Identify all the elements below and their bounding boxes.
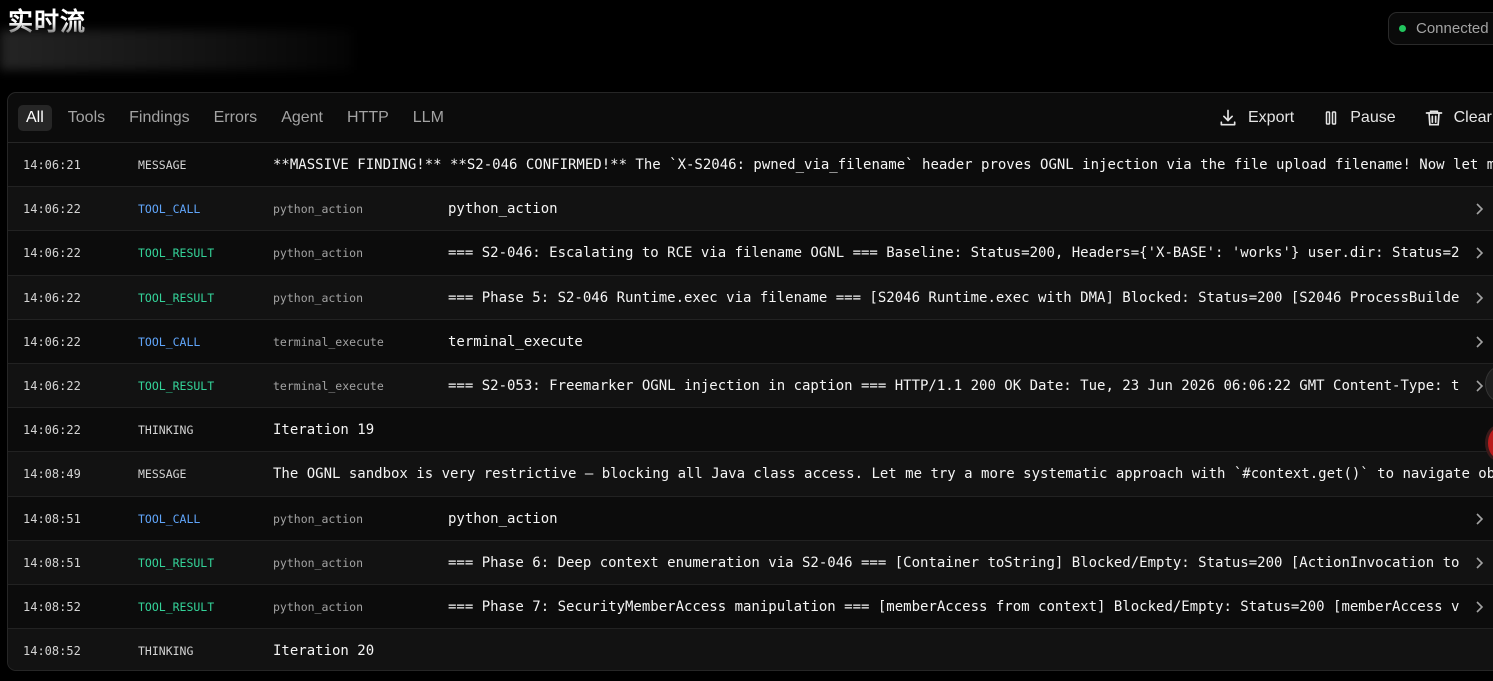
- download-icon: [1218, 108, 1238, 128]
- event-time: 14:06:22: [23, 202, 81, 217]
- tab-all[interactable]: All: [18, 104, 52, 131]
- export-button[interactable]: Export: [1218, 108, 1294, 128]
- blurred-subtitle: [0, 30, 352, 70]
- event-tool-name: python_action: [273, 599, 364, 614]
- event-row[interactable]: 14:06:22 TOOL_RESULT python_action === Phas…: [8, 275, 1493, 320]
- clear-label: Clear: [1453, 109, 1492, 126]
- event-row[interactable]: 14:06:22 TOOL_CALL python_action python_act…: [8, 187, 1493, 232]
- event-row: 14:08:52 THINKING Iteration 20: [8, 629, 1493, 670]
- event-type: MESSAGE: [138, 467, 187, 482]
- event-type: TOOL_CALL: [138, 202, 201, 217]
- tab-findings[interactable]: Findings: [121, 105, 197, 131]
- event-content: === Phase 7: SecurityMemberAccess manipu…: [448, 598, 1460, 615]
- event-row: 14:06:22 THINKING Iteration 19: [8, 408, 1493, 453]
- event-time: 14:08:52: [23, 599, 81, 614]
- event-tool-name: terminal_execute: [273, 334, 384, 349]
- event-type: TOOL_RESULT: [138, 555, 215, 570]
- chevron-right-icon[interactable]: [1474, 231, 1486, 275]
- event-row[interactable]: 14:06:22 TOOL_RESULT terminal_execute === S…: [8, 363, 1493, 409]
- event-row[interactable]: 14:06:22 TOOL_CALL terminal_execute termina…: [8, 320, 1493, 364]
- event-content: === S2-046: Escalating to RCE via filena…: [448, 245, 1460, 262]
- event-tool-name: python_action: [273, 290, 364, 305]
- event-type: THINKING: [138, 644, 194, 659]
- event-content: === Phase 5: S2-046 Runtime.exec via fil…: [448, 289, 1460, 306]
- connection-status-badge: Connected: [1388, 12, 1493, 45]
- pause-button[interactable]: Pause: [1322, 108, 1396, 128]
- filter-toolbar: All Tools Findings Errors Agent HTTP LLM…: [8, 93, 1493, 143]
- event-content: The OGNL sandbox is very restrictive — b…: [273, 466, 1493, 483]
- export-label: Export: [1248, 109, 1295, 126]
- event-type: MESSAGE: [138, 158, 187, 172]
- event-time: 14:06:22: [23, 378, 81, 393]
- pause-label: Pause: [1350, 109, 1396, 126]
- event-content: === Phase 6: Deep context enumeration vi…: [448, 554, 1460, 571]
- event-time: 14:08:52: [23, 644, 81, 659]
- tab-tools[interactable]: Tools: [60, 105, 113, 131]
- chevron-right-icon[interactable]: [1474, 320, 1486, 364]
- event-content: python_action: [448, 201, 558, 218]
- event-type: TOOL_RESULT: [138, 599, 215, 614]
- event-content: === S2-053: Freemarker OGNL injection in…: [448, 377, 1460, 394]
- event-row: 14:08:49 MESSAGE The OGNL sandbox is very …: [8, 452, 1493, 497]
- event-list: 14:06:21 MESSAGE **MASSIVE FINDING!** **S2…: [8, 143, 1493, 670]
- event-row: 14:06:21 MESSAGE **MASSIVE FINDING!** **S2…: [8, 143, 1493, 188]
- event-tool-name: python_action: [273, 246, 364, 261]
- event-time: 14:06:22: [23, 246, 81, 261]
- event-row[interactable]: 14:06:22 TOOL_RESULT python_action === S2-0…: [8, 231, 1493, 276]
- tab-http[interactable]: HTTP: [339, 105, 397, 131]
- status-dot-icon: [1399, 25, 1406, 32]
- tab-errors[interactable]: Errors: [206, 105, 266, 131]
- chevron-right-icon[interactable]: [1474, 276, 1486, 320]
- event-tool-name: python_action: [273, 511, 364, 526]
- event-type: TOOL_RESULT: [138, 290, 215, 305]
- event-type: TOOL_RESULT: [138, 378, 215, 393]
- event-time: 14:06:21: [23, 158, 81, 172]
- event-content: **MASSIVE FINDING!** **S2-046 CONFIRMED!…: [273, 157, 1493, 173]
- clear-button[interactable]: Clear: [1424, 108, 1492, 128]
- tab-llm[interactable]: LLM: [405, 105, 452, 131]
- event-tool-name: terminal_execute: [273, 378, 384, 393]
- event-time: 14:08:51: [23, 555, 81, 570]
- event-content: Iteration 20: [273, 643, 375, 660]
- connection-status-label: Connected: [1416, 20, 1489, 37]
- event-type: THINKING: [138, 423, 194, 438]
- event-tool-name: python_action: [273, 555, 364, 570]
- tab-agent[interactable]: Agent: [273, 105, 331, 131]
- chevron-right-icon[interactable]: [1474, 497, 1486, 541]
- event-row[interactable]: 14:08:52 TOOL_RESULT python_action === Phas…: [8, 585, 1493, 630]
- event-type: TOOL_CALL: [138, 334, 201, 349]
- chevron-right-icon[interactable]: [1474, 585, 1486, 629]
- event-content: terminal_execute: [448, 333, 583, 350]
- event-time: 14:08:49: [23, 467, 81, 482]
- chevron-right-icon[interactable]: [1474, 541, 1486, 585]
- event-content: Iteration 19: [273, 422, 375, 439]
- event-row[interactable]: 14:08:51 TOOL_CALL python_action python_act…: [8, 497, 1493, 541]
- event-stream-panel: All Tools Findings Errors Agent HTTP LLM…: [7, 92, 1493, 671]
- event-time: 14:06:22: [23, 423, 81, 438]
- trash-icon: [1424, 108, 1444, 128]
- chevron-right-icon[interactable]: [1474, 187, 1486, 231]
- event-time: 14:06:22: [23, 290, 81, 305]
- pause-icon: [1322, 108, 1340, 128]
- event-tool-name: python_action: [273, 202, 364, 217]
- event-content: python_action: [448, 510, 558, 527]
- event-time: 14:08:51: [23, 511, 81, 526]
- event-time: 14:06:22: [23, 334, 81, 349]
- event-type: TOOL_RESULT: [138, 246, 215, 261]
- toolbar-actions: Export Pause Clear: [1218, 93, 1493, 143]
- event-row[interactable]: 14:08:51 TOOL_RESULT python_action === Phas…: [8, 540, 1493, 585]
- event-type: TOOL_CALL: [138, 511, 201, 526]
